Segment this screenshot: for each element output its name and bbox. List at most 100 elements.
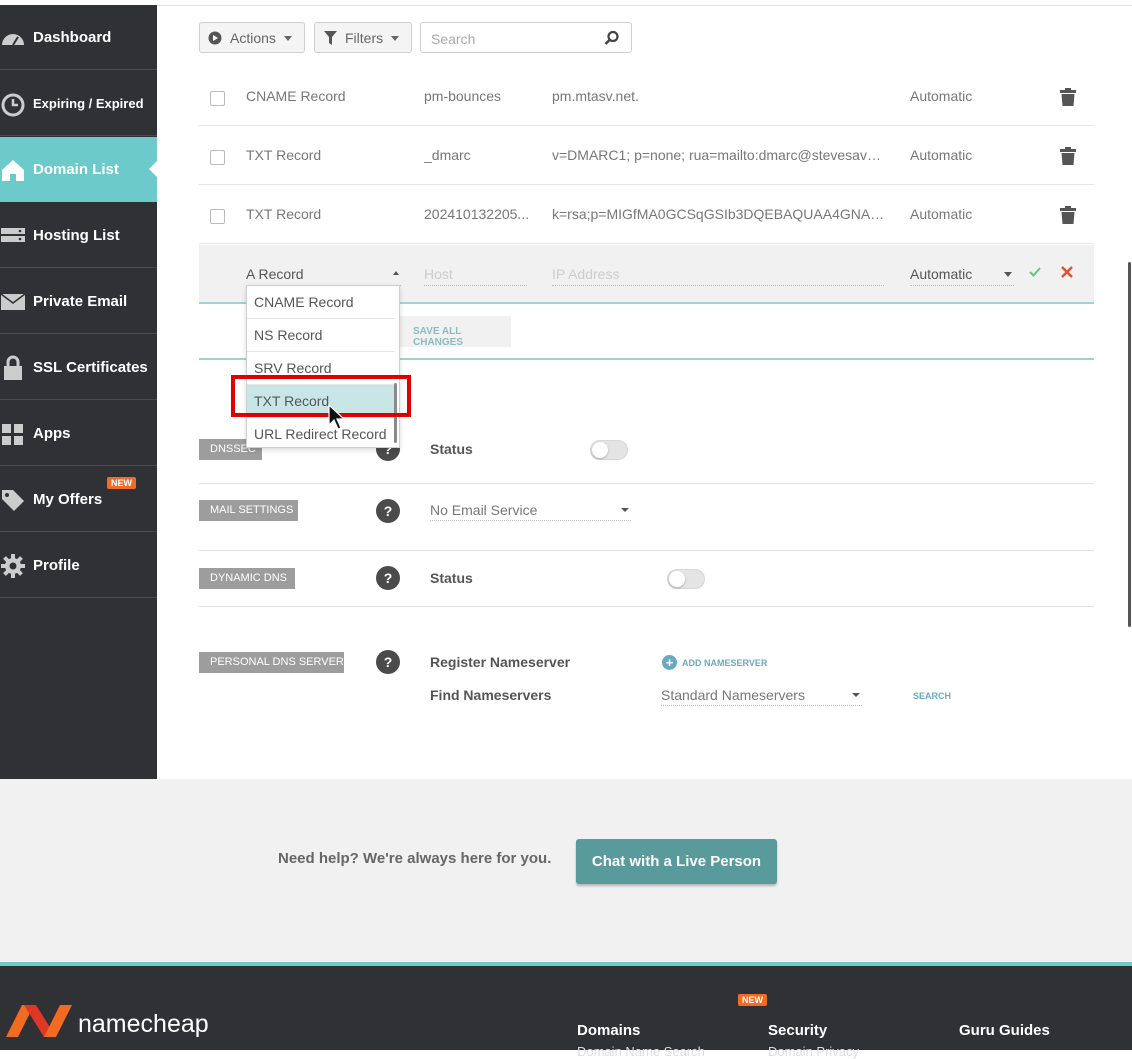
dropdown-option-url-redirect[interactable]: URL Redirect Record [247,418,395,447]
help-icon[interactable]: ? [376,499,400,523]
sidebar-item-label: Expiring / Expired [33,96,144,111]
chevron-down-icon [621,508,629,512]
footer-heading-domains[interactable]: Domains [577,1022,640,1039]
help-section [0,779,1132,962]
host-field[interactable]: Host [424,263,527,286]
trash-icon[interactable] [1060,88,1076,106]
lock-icon [4,355,22,380]
ip-placeholder: IP Address [552,266,620,282]
dynamic-dns-tag: DYNAMIC DNS [199,568,295,589]
divider [199,550,1094,551]
actions-button[interactable]: Actions [199,22,305,53]
sidebar-item-hosting-list[interactable]: Hosting List [0,203,157,268]
record-host: 202410132205... [424,206,530,222]
row-checkbox[interactable] [210,150,225,165]
sidebar-item-domain-list[interactable]: Domain List [0,137,157,202]
mail-service-select[interactable]: No Email Service [430,500,631,521]
chat-live-person-button[interactable]: Chat with a Live Person [576,839,777,884]
record-type: TXT Record [246,206,322,222]
ttl-value: Automatic [910,266,973,282]
sidebar-item-label: Private Email [33,293,128,310]
record-type: TXT Record [246,147,322,163]
record-host: pm-bounces [424,88,502,104]
search-icon[interactable] [604,30,620,46]
chevron-down-icon [284,36,292,41]
dynamic-dns-tag-label: DYNAMIC DNS [210,572,288,584]
filter-icon [324,31,337,45]
add-nameserver-link[interactable]: ADD NAMESERVER [682,658,767,668]
sidebar-item-label: Domain List [33,161,119,178]
record-type-select[interactable]: A Record [246,263,401,286]
trash-icon[interactable] [1060,206,1076,224]
sidebar-item-ssl[interactable]: SSL Certificates [0,335,157,400]
namecheap-logo-icon [6,1005,72,1037]
sidebar-item-dashboard[interactable]: Dashboard [0,5,157,70]
mouse-cursor-icon [328,404,346,430]
plus-icon[interactable]: + [662,655,677,670]
filters-button[interactable]: Filters [314,22,412,53]
divider [199,606,1094,607]
dnssec-status-label: Status [430,441,473,457]
mail-service-value: No Email Service [430,502,538,518]
highlight-box [231,375,411,417]
record-value: pm.mtasv.net. [552,88,639,104]
footer-link[interactable]: Domain Privacy [768,1044,859,1059]
chevron-down-icon [1004,272,1012,277]
search-input[interactable] [429,23,603,54]
cancel-x-icon[interactable] [1061,266,1073,278]
row-checkbox[interactable] [210,209,225,224]
dynamic-dns-toggle[interactable] [667,569,705,589]
play-icon [208,31,222,45]
register-nameserver-label: Register Nameserver [430,654,571,670]
record-ttl: Automatic [910,88,973,104]
record-host: _dmarc [424,147,471,163]
sidebar-item-label: Hosting List [33,227,120,244]
mail-tag-label: MAIL SETTINGS [210,504,294,516]
ip-address-field[interactable]: IP Address [552,263,884,286]
sidebar-item-profile[interactable]: Profile [0,533,157,598]
divider [199,483,1094,484]
footer-link[interactable]: Domain Name Search [577,1044,705,1059]
mail-settings-tag: MAIL SETTINGS [199,500,298,521]
footer-heading-security[interactable]: Security [768,1022,827,1039]
dynamic-dns-status-label: Status [430,570,473,586]
dropdown-option-cname[interactable]: CNAME Record [247,286,395,319]
personal-dns-tag: PERSONAL DNS SERVER [199,652,344,673]
filters-label: Filters [345,30,384,46]
confirm-check-icon[interactable] [1029,266,1041,278]
footer-heading-guru-guides[interactable]: Guru Guides [959,1022,1050,1039]
find-nameservers-label: Find Nameservers [430,687,552,703]
server-icon [1,228,25,242]
envelope-icon [0,293,26,310]
row-checkbox[interactable] [210,91,225,106]
record-ttl: Automatic [910,147,973,163]
save-all-label: SAVE ALL CHANGES [413,326,464,348]
record-type-dropdown: CNAME Record NS Record SRV Record TXT Re… [246,285,400,448]
toggle-knob [592,442,608,458]
help-icon[interactable]: ? [376,650,400,674]
dropdown-option-ns[interactable]: NS Record [247,319,395,352]
chevron-down-icon [391,36,399,41]
trash-icon[interactable] [1060,147,1076,165]
help-icon[interactable]: ? [376,566,400,590]
sidebar-item-label: Apps [33,425,71,442]
personal-dns-tag-label: PERSONAL DNS SERVER [210,656,344,668]
nameserver-type-select[interactable]: Standard Nameservers [661,685,862,706]
ttl-select[interactable]: Automatic [910,263,1014,286]
host-placeholder: Host [424,266,453,282]
record-type: CNAME Record [246,88,346,104]
record-row: TXT Record 202410132205... k=rsa;p=MIGfM… [199,186,1094,244]
namecheap-logo[interactable]: namecheap [78,1010,209,1039]
sidebar-item-apps[interactable]: Apps [0,401,157,466]
page-scrollbar[interactable] [1128,262,1131,627]
clock-icon [1,93,25,117]
help-text: Need help? We're always here for you. [278,850,552,867]
sidebar-item-expiring[interactable]: Expiring / Expired [0,71,157,136]
save-all-changes-button[interactable]: SAVE ALL CHANGES [393,316,511,348]
search-nameserver-link[interactable]: SEARCH [913,691,951,701]
new-badge: NEW [107,477,136,489]
dnssec-toggle[interactable] [590,440,628,460]
dashboard-icon [2,34,24,46]
sidebar-item-my-offers[interactable]: My Offers NEW [0,467,157,532]
sidebar-item-private-email[interactable]: Private Email [0,269,157,334]
